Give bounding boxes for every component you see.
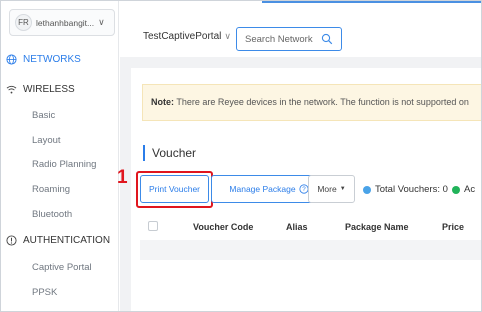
- column-header-price[interactable]: Price: [442, 222, 464, 232]
- sidebar-item-layout[interactable]: Layout: [32, 135, 61, 146]
- account-selector[interactable]: FR lethanhbangit... ∨: [9, 9, 115, 36]
- sidebar-item-captive-portal[interactable]: Captive Portal: [32, 262, 92, 273]
- shield-icon: [6, 235, 17, 246]
- select-all-checkbox[interactable]: [148, 221, 158, 231]
- active-vouchers-label: Ac: [464, 184, 476, 195]
- sidebar-item-bluetooth[interactable]: Bluetooth: [32, 209, 72, 220]
- portal-selector[interactable]: TestCaptivePortal ∨: [143, 31, 231, 42]
- column-header-package-name[interactable]: Package Name: [345, 222, 409, 232]
- avatar: FR: [15, 14, 32, 31]
- total-vouchers-stat: Total Vouchers: 0: [363, 184, 448, 195]
- sidebar-item-radio-planning[interactable]: Radio Planning: [32, 159, 96, 170]
- sidebar-item-ppsk[interactable]: PPSK: [32, 287, 57, 298]
- table-header: [140, 213, 481, 241]
- nav-authentication-label: AUTHENTICATION: [23, 235, 111, 246]
- print-voucher-button[interactable]: Print Voucher: [140, 175, 209, 203]
- notice-banner: Note: There are Reyee devices in the net…: [142, 84, 481, 121]
- search-placeholder: Search Network: [245, 33, 313, 45]
- table-row: [140, 240, 481, 260]
- account-name: lethanhbangit...: [36, 17, 95, 28]
- more-dropdown-button[interactable]: More ▼: [308, 175, 355, 203]
- active-vouchers-stat: Ac: [452, 184, 475, 195]
- nav-authentication[interactable]: AUTHENTICATION: [6, 235, 110, 246]
- nav-wireless-label: WIRELESS: [23, 84, 75, 95]
- caret-down-icon: ▼: [339, 186, 346, 192]
- total-vouchers-label: Total Vouchers: 0: [375, 184, 448, 195]
- more-label: More: [317, 184, 337, 194]
- section-title: Voucher: [143, 145, 196, 161]
- globe-icon: [6, 54, 17, 65]
- search-input[interactable]: Search Network: [236, 27, 342, 51]
- column-header-alias[interactable]: Alias: [286, 222, 308, 232]
- wifi-icon: [6, 85, 17, 94]
- nav-networks-label: NETWORKS: [23, 54, 81, 65]
- chevron-down-icon: ∨: [98, 17, 105, 27]
- step-number: 1: [117, 167, 128, 188]
- svg-text:?: ?: [302, 186, 306, 193]
- status-dot-icon: [363, 185, 371, 194]
- notice-label: Note:: [151, 97, 174, 107]
- sidebar-item-basic[interactable]: Basic: [32, 110, 55, 121]
- chevron-down-icon: ∨: [224, 31, 231, 41]
- notice-text: There are Reyee devices in the network. …: [176, 97, 469, 107]
- column-header-voucher-code[interactable]: Voucher Code: [193, 222, 253, 232]
- status-dot-icon: [452, 185, 460, 194]
- sidebar-item-roaming[interactable]: Roaming: [32, 184, 70, 195]
- nav-wireless[interactable]: WIRELESS: [6, 84, 75, 95]
- portal-selector-label: TestCaptivePortal: [143, 31, 222, 42]
- nav-networks[interactable]: NETWORKS: [6, 54, 81, 65]
- manage-package-label: Manage Package: [229, 184, 296, 194]
- search-icon[interactable]: [321, 33, 333, 45]
- top-accent-line: [262, 1, 481, 3]
